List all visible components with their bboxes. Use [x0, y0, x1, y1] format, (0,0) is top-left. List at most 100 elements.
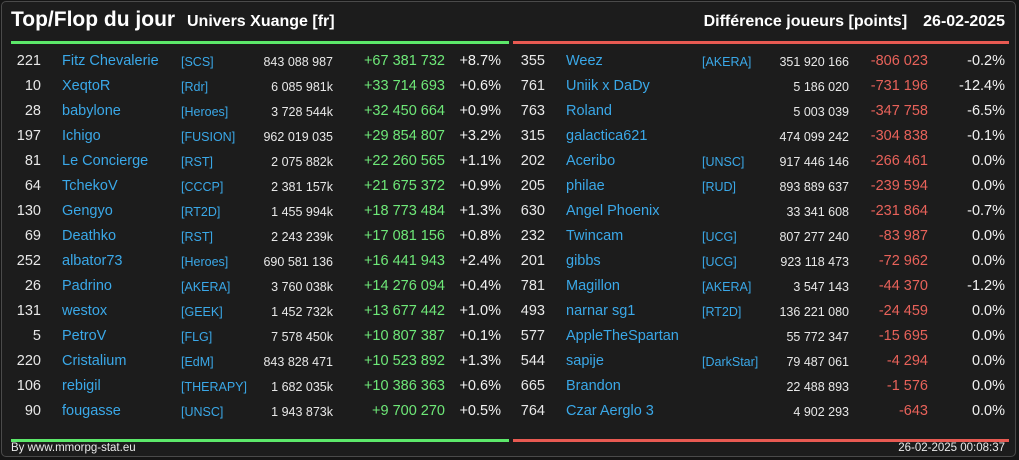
player-name-link[interactable]: fougasse	[62, 403, 121, 419]
rank-cell: 130	[16, 203, 41, 219]
player-name-link[interactable]: Aceribo	[566, 153, 615, 169]
footer-timestamp: 26-02-2025 00:08:37	[898, 442, 1005, 454]
flop-player-row: 665 Brandon 22 488 893 -1 576 0.0%	[513, 374, 1009, 399]
flop-player-row: 761 Uniik x DaDy 5 186 020 -731 196 -12.4%	[513, 74, 1009, 99]
flop-player-row: 764 Czar Aerglo 34 902 293 -643 0.0%	[513, 399, 1009, 424]
rank-cell: 90	[24, 403, 41, 419]
top-player-row: 10 XeqtoR [Rdr] 6 085 981k +33 714 693 +0.6%	[11, 74, 509, 99]
player-name-link[interactable]: westox	[62, 303, 107, 319]
percent-cell: +0.6%	[459, 78, 501, 94]
player-name-link[interactable]: rebigil	[62, 378, 101, 394]
flop-player-row: 205 philae [RUD] 893 889 637 -239 594 0.0%	[513, 174, 1009, 199]
player-name-link[interactable]: Czar Aerglo 3	[566, 403, 654, 419]
top-player-row: 81 Le Concierge [RST] 2 075 882k +22 260 565…	[11, 149, 509, 174]
flop-player-row: 493 narnar sg1 [RT2D] 136 221 080 -24 459 0.0…	[513, 299, 1009, 324]
top-player-row: 252 albator73 [Heroes] 690 581 136 +16 441 9…	[11, 249, 509, 274]
diff-cell: -83 987	[878, 228, 928, 244]
player-name-link[interactable]: Brandon	[566, 378, 621, 394]
rank-cell: 106	[16, 378, 41, 394]
rank-cell: 630	[520, 203, 545, 219]
percent-cell: 0.0%	[971, 153, 1005, 169]
percent-cell: 0.0%	[971, 303, 1005, 319]
player-name-link[interactable]: Twincam	[566, 228, 623, 244]
top-player-row: 69 Deathko [RST] 2 243 239k +17 081 156 +0.8%	[11, 224, 509, 249]
player-name-link[interactable]: Roland	[566, 103, 612, 119]
player-name-link[interactable]: Gengyo	[62, 203, 113, 219]
flop-player-row: 781 Magillon [AKERA] 3 547 143 -44 370 -1.2%	[513, 274, 1009, 299]
percent-cell: 0.0%	[971, 178, 1005, 194]
flop-player-row: 201 gibbs [UCG] 923 118 473 -72 962 0.0%	[513, 249, 1009, 274]
player-name-link[interactable]: Cristalium	[62, 353, 126, 369]
rank-cell: 665	[520, 378, 545, 394]
rank-cell: 355	[520, 53, 545, 69]
rank-cell: 764	[520, 403, 545, 419]
player-name-link[interactable]: galactica621	[566, 128, 647, 144]
player-name-link[interactable]: AppleTheSpartan	[566, 328, 679, 344]
player-name-link[interactable]: Magillon	[566, 278, 620, 294]
percent-cell: +0.8%	[459, 228, 501, 244]
alliance-link[interactable]: [Rdr]	[181, 80, 208, 94]
percent-cell: +0.5%	[459, 403, 501, 419]
percent-cell: 0.0%	[971, 403, 1005, 419]
percent-cell: -0.7%	[967, 203, 1005, 219]
alliance-link[interactable]: [RST]	[181, 155, 213, 169]
rank-cell: 201	[520, 253, 545, 269]
percent-cell: 0.0%	[971, 378, 1005, 394]
top-players-panel: 221 Fitz Chevalerie [SCS] 843 088 987 +67 38…	[11, 41, 509, 442]
diff-cell: -72 962	[878, 253, 928, 269]
points-cell: 3 760 038k	[271, 280, 333, 294]
points-cell: 1 943 873k	[271, 405, 333, 419]
rank-cell: 131	[16, 303, 41, 319]
top-player-row: 106 rebigil [THERAPY] 1 682 035k +10 386 363…	[11, 374, 509, 399]
player-name-link[interactable]: Uniik x DaDy	[566, 78, 650, 94]
diff-cell: +10 386 363	[363, 378, 445, 394]
diff-cell: +14 276 094	[363, 278, 445, 294]
percent-cell: 0.0%	[971, 228, 1005, 244]
alliance-link[interactable]: [RST]	[181, 230, 213, 244]
alliance-link[interactable]: [SCS]	[181, 55, 214, 69]
top-player-row: 90 fougasse [UNSC] 1 943 873k +9 700 270 +0.5…	[11, 399, 509, 424]
player-name-link[interactable]: Ichigo	[62, 128, 101, 144]
player-name-link[interactable]: PetroV	[62, 328, 106, 344]
diff-cell: +17 081 156	[363, 228, 445, 244]
alliance-link[interactable]: [FLG]	[181, 330, 212, 344]
universe-label: Univers Xuange [fr]	[187, 13, 335, 30]
percent-cell: -0.1%	[967, 128, 1005, 144]
rank-cell: 577	[520, 328, 545, 344]
player-name-link[interactable]: Padrino	[62, 278, 112, 294]
diff-cell: +16 441 943	[363, 253, 445, 269]
percent-cell: +0.1%	[459, 328, 501, 344]
player-name-link[interactable]: babylone	[62, 103, 121, 119]
player-name-link[interactable]: Angel Phoenix	[566, 203, 660, 219]
percent-cell: +3.2%	[459, 128, 501, 144]
player-name-link[interactable]: Deathko	[62, 228, 116, 244]
player-name-link[interactable]: sapije	[566, 353, 604, 369]
top-player-row: 5 PetroV [FLG] 7 578 450k +10 807 387 +0.1%	[11, 324, 509, 349]
player-name-link[interactable]: narnar sg1	[566, 303, 635, 319]
flop-players-panel: 355 Weez [AKERA] 351 920 166 -806 023 -0.2% 76…	[513, 41, 1009, 442]
player-name-link[interactable]: gibbs	[566, 253, 601, 269]
player-name-link[interactable]: Fitz Chevalerie	[62, 53, 159, 69]
player-name-link[interactable]: XeqtoR	[62, 78, 110, 94]
page-title: Top/Flop du jour	[11, 8, 176, 31]
top-player-row: 131 westox [GEEK] 1 452 732k +13 677 442 +1.0…	[11, 299, 509, 324]
player-name-link[interactable]: TchekoV	[62, 178, 118, 194]
flop-player-row: 763 Roland 5 003 039 -347 758 -6.5%	[513, 99, 1009, 124]
flop-player-row: 577 AppleTheSpartan 55 772 347 -15 695 0.0%	[513, 324, 1009, 349]
top-player-row: 197 Ichigo [FUSION] 962 019 035 +29 854 807 +…	[11, 124, 509, 149]
rank-cell: 205	[520, 178, 545, 194]
player-name-link[interactable]: albator73	[62, 253, 122, 269]
points-cell: 3 728 544k	[271, 105, 333, 119]
player-name-link[interactable]: Le Concierge	[62, 153, 148, 169]
diff-cell: +18 773 484	[363, 203, 445, 219]
player-name-link[interactable]: Weez	[566, 53, 603, 69]
top-player-row: 130 Gengyo [RT2D] 1 455 994k +18 773 484 +1.3…	[11, 199, 509, 224]
diff-cell: -731 196	[870, 78, 928, 94]
player-name-link[interactable]: philae	[566, 178, 605, 194]
rank-cell: 220	[16, 353, 41, 369]
flop-player-row: 202 Aceribo [UNSC] 917 446 146 -266 461 0.0%	[513, 149, 1009, 174]
credit-link[interactable]: By www.mmorpg-stat.eu	[11, 442, 136, 454]
points-cell: 843 828 471	[263, 355, 333, 369]
diff-cell: -806 023	[870, 53, 928, 69]
alliance-link[interactable]: [EdM]	[181, 355, 214, 369]
